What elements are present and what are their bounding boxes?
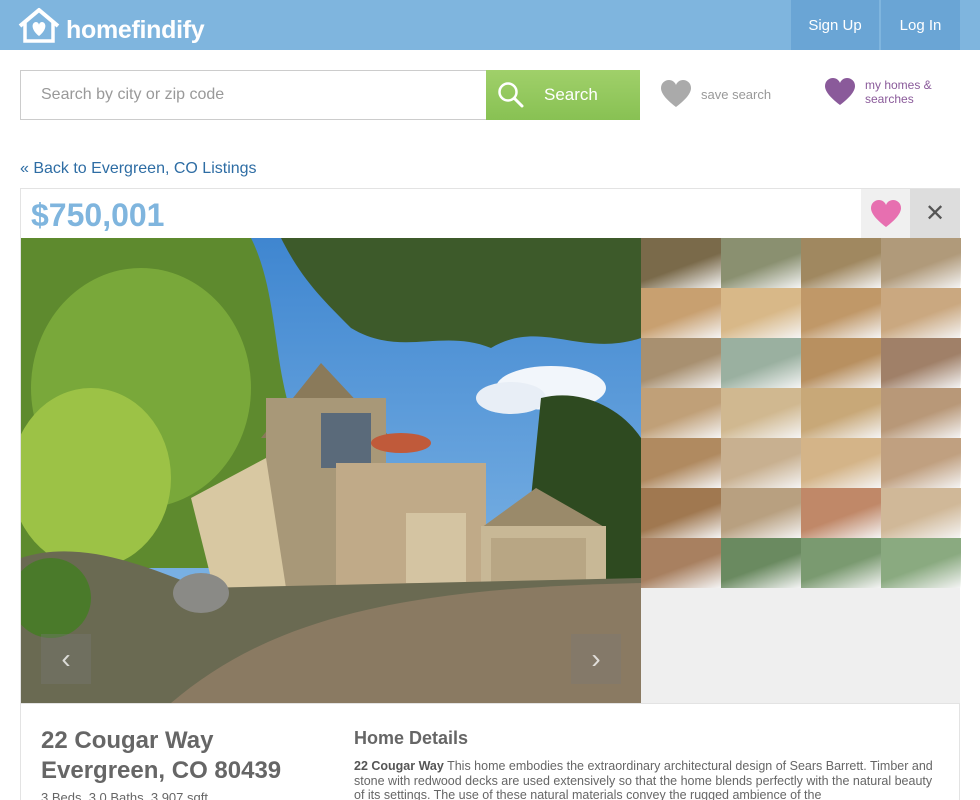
photo-thumbnail[interactable]	[721, 538, 801, 588]
address-city: Evergreen, CO 80439	[41, 757, 282, 784]
home-details-street: 22 Cougar Way	[354, 759, 444, 773]
chevron-left-icon: ‹	[61, 643, 71, 674]
favorite-button[interactable]	[861, 189, 910, 238]
photo-thumbnail[interactable]	[881, 488, 961, 538]
back-to-listings-link[interactable]: « Back to Evergreen, CO Listings	[20, 160, 257, 178]
sign-up-button[interactable]: Sign Up	[791, 0, 879, 50]
price-bar: $750,001 ✕	[21, 189, 960, 238]
brand-name: homefindify	[66, 15, 205, 44]
photo-thumbnail[interactable]	[881, 438, 961, 488]
photo-thumbnail[interactable]	[641, 338, 721, 388]
close-icon: ✕	[924, 200, 946, 227]
photo-thumbnail[interactable]	[641, 238, 721, 288]
close-button[interactable]: ✕	[910, 189, 960, 238]
home-details-text: 22 Cougar Way This home embodies the ext…	[354, 759, 942, 800]
main-photo: ‹ ›	[21, 238, 641, 703]
photo-thumbnail[interactable]	[721, 288, 801, 338]
photo-thumbnail[interactable]	[641, 488, 721, 538]
log-in-button[interactable]: Log In	[881, 0, 960, 50]
photo-thumbnail-panel	[641, 238, 961, 703]
house-heart-icon	[18, 8, 60, 43]
homefindify-logo[interactable]: homefindify	[16, 6, 205, 46]
search-input[interactable]	[21, 71, 486, 119]
photo-thumbnail[interactable]	[641, 388, 721, 438]
heart-icon	[661, 80, 691, 107]
address-street: 22 Cougar Way	[41, 727, 214, 754]
heart-icon	[825, 78, 855, 105]
photo-thumbnail[interactable]	[881, 288, 961, 338]
photo-thumbnail[interactable]	[881, 388, 961, 438]
thumbnail-grid	[641, 238, 961, 588]
listing-address: 22 Cougar Way Evergreen, CO 80439	[41, 726, 281, 786]
listing-facts: 3 Beds, 3.0 Baths, 3,907 sqft	[41, 790, 208, 800]
photo-thumbnail[interactable]	[881, 338, 961, 388]
photo-thumbnail[interactable]	[721, 238, 801, 288]
photo-thumbnail[interactable]	[801, 438, 881, 488]
site-header: homefindify Sign Up Log In	[0, 0, 980, 50]
previous-photo-button[interactable]: ‹	[41, 634, 91, 684]
save-search-label: save search	[701, 86, 772, 102]
home-details-title: Home Details	[354, 728, 469, 748]
listing-price: $750,001	[31, 197, 165, 233]
chevron-right-icon: ›	[591, 643, 601, 674]
listing-details: 22 Cougar Way Evergreen, CO 80439 3 Beds…	[21, 703, 959, 800]
save-search-link[interactable]: save search	[660, 80, 771, 108]
photo-thumbnail[interactable]	[801, 338, 881, 388]
magnifier-icon	[497, 81, 525, 109]
photo-thumbnail[interactable]	[641, 288, 721, 338]
photo-thumbnail[interactable]	[721, 338, 801, 388]
photo-thumbnail[interactable]	[801, 388, 881, 438]
heart-icon	[870, 199, 901, 227]
search-box	[20, 70, 486, 120]
photo-thumbnail[interactable]	[641, 438, 721, 488]
photo-thumbnail[interactable]	[801, 538, 881, 588]
search-button-label: Search	[544, 85, 598, 104]
photo-thumbnail[interactable]	[721, 388, 801, 438]
next-photo-button[interactable]: ›	[571, 634, 621, 684]
photo-thumbnail[interactable]	[721, 438, 801, 488]
my-homes-label: my homes & searches	[865, 78, 932, 106]
my-homes-link[interactable]: my homes & searches	[824, 78, 945, 106]
photo-thumbnail[interactable]	[801, 288, 881, 338]
photo-thumbnail[interactable]	[721, 488, 801, 538]
photo-thumbnail[interactable]	[801, 488, 881, 538]
listing-card: $750,001 ✕ ‹ › 22 Cougar Way Evergreen, …	[20, 188, 961, 800]
photo-thumbnail[interactable]	[801, 238, 881, 288]
photo-thumbnail[interactable]	[881, 538, 961, 588]
photo-thumbnail[interactable]	[641, 538, 721, 588]
photo-thumbnail[interactable]	[881, 238, 961, 288]
search-button[interactable]: Search	[486, 70, 640, 120]
